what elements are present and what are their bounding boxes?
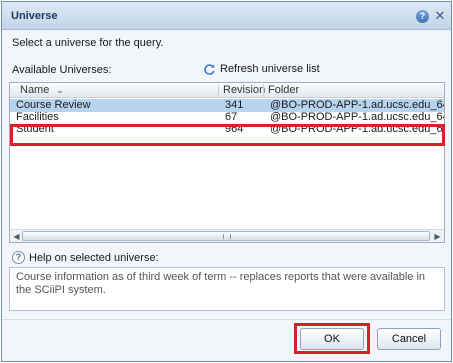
close-icon[interactable]: ✕ — [433, 8, 447, 23]
universe-dialog: Universe ? ✕ Select a universe for the q… — [1, 1, 452, 362]
sort-indicator-icon: ⌄ — [56, 85, 64, 95]
row-revision: 964 — [225, 123, 244, 135]
row-name: Student — [16, 123, 54, 135]
title-bar[interactable]: Universe ? ✕ — [2, 2, 451, 30]
instruction-text: Select a universe for the query. — [12, 37, 164, 49]
scroll-left-icon[interactable]: ◀ — [11, 231, 22, 242]
cancel-button[interactable]: Cancel — [377, 328, 441, 350]
scroll-right-icon[interactable]: ▶ — [432, 231, 443, 242]
column-header-name-label: Name — [20, 84, 50, 96]
scroll-thumb[interactable] — [22, 231, 430, 241]
refresh-icon — [204, 63, 215, 75]
help-label: Help on selected universe: — [29, 251, 159, 264]
column-header-revision[interactable]: Revision — [218, 84, 265, 97]
universe-list[interactable]: Name ⌄ Revision Folder Course Review 341… — [9, 82, 445, 243]
available-universes-label: Available Universes: — [12, 64, 112, 76]
question-icon: ? — [12, 251, 25, 264]
scroll-grip-icon — [223, 234, 231, 239]
row-folder: @BO-PROD-APP-1.ad.ucsc.edu_6400/ — [270, 123, 445, 135]
help-description: Course information as of third week of t… — [9, 267, 445, 311]
dialog-body: Select a universe for the query. Availab… — [2, 31, 451, 361]
footer-divider — [2, 319, 451, 320]
help-icon[interactable]: ? — [416, 10, 429, 23]
column-header-name[interactable]: Name ⌄ — [16, 84, 216, 97]
help-section: ? Help on selected universe: — [12, 251, 159, 264]
dialog-title: Universe — [11, 10, 58, 22]
horizontal-scrollbar[interactable]: ◀ ▶ — [10, 229, 444, 242]
list-row-student[interactable]: Student 964 @BO-PROD-APP-1.ad.ucsc.edu_6… — [10, 123, 444, 136]
column-header-folder[interactable]: Folder — [263, 84, 443, 97]
refresh-label: Refresh universe list — [220, 63, 320, 75]
refresh-universe-list-button[interactable]: Refresh universe list — [203, 62, 320, 76]
list-header: Name ⌄ Revision Folder — [10, 83, 444, 98]
ok-button[interactable]: OK — [300, 328, 364, 350]
